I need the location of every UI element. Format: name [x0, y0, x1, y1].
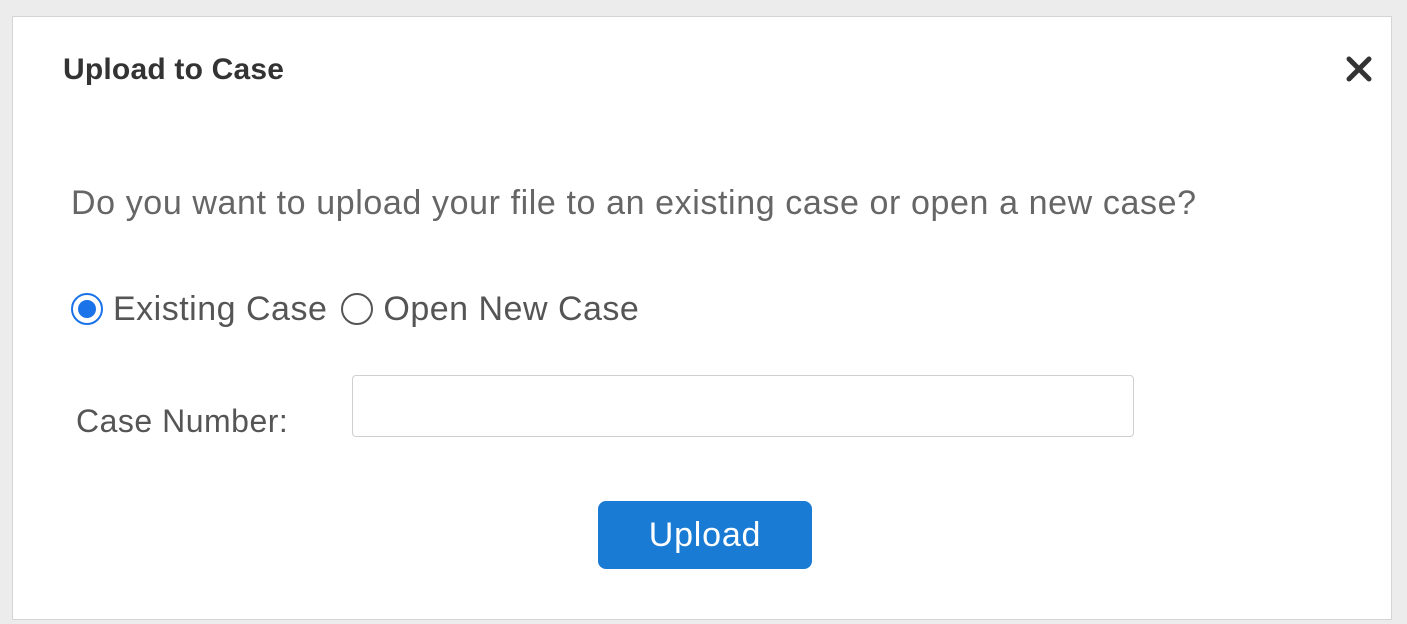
upload-question: Do you want to upload your file to an ex…: [71, 184, 1197, 222]
existing-case-radio[interactable]: [71, 293, 103, 325]
existing-case-label: Existing Case: [113, 289, 328, 328]
open-new-case-option[interactable]: Open New Case: [341, 290, 639, 329]
existing-case-option[interactable]: Existing Case: [71, 290, 327, 329]
open-new-case-radio[interactable]: [341, 293, 374, 325]
case-number-input[interactable]: [352, 375, 1134, 437]
close-button[interactable]: [1339, 49, 1379, 89]
upload-button[interactable]: Upload: [598, 501, 812, 569]
case-number-label: Case Number:: [76, 403, 289, 439]
case-type-radio-group: Existing Case Open New Case: [71, 283, 639, 335]
open-new-case-label: Open New Case: [383, 289, 640, 328]
close-icon: [1339, 49, 1379, 89]
upload-to-case-dialog: Upload to Case Do you want to upload you…: [12, 16, 1392, 620]
dialog-title: Upload to Case: [63, 53, 285, 86]
